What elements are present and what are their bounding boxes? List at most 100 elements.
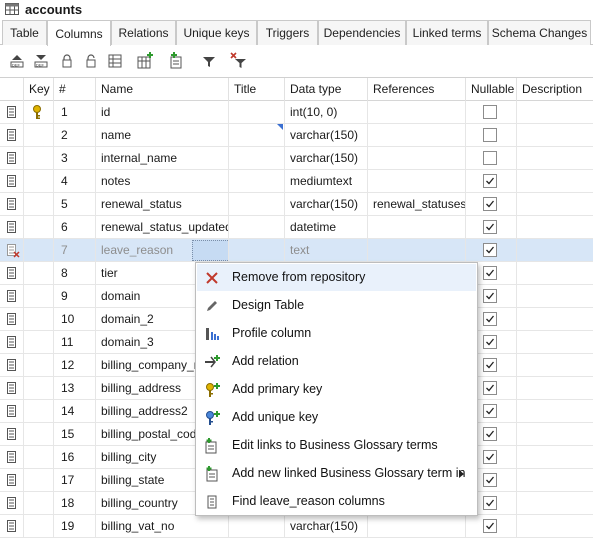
- description-cell[interactable]: [517, 193, 593, 215]
- tab-schema-changes[interactable]: Schema Changes: [488, 20, 591, 45]
- references-cell[interactable]: [368, 239, 466, 261]
- nullable-checkbox[interactable]: [483, 105, 497, 119]
- row-icon-cell[interactable]: [0, 377, 24, 399]
- tab-relations[interactable]: Relations: [111, 20, 176, 45]
- header-number[interactable]: #: [54, 78, 96, 101]
- key-cell[interactable]: [24, 331, 54, 353]
- import-icon[interactable]: DEF: [8, 52, 26, 70]
- key-cell[interactable]: [24, 423, 54, 445]
- title-cell[interactable]: [229, 101, 285, 123]
- title-cell[interactable]: [229, 193, 285, 215]
- add-column-icon[interactable]: [136, 52, 154, 70]
- key-cell[interactable]: [24, 492, 54, 514]
- description-cell[interactable]: [517, 124, 593, 146]
- description-cell[interactable]: [517, 147, 593, 169]
- title-cell[interactable]: [229, 216, 285, 238]
- tab-unique-keys[interactable]: Unique keys: [176, 20, 257, 45]
- key-cell[interactable]: [24, 193, 54, 215]
- row-icon-cell[interactable]: [0, 492, 24, 514]
- column-name-cell[interactable]: name: [96, 124, 229, 146]
- column-name-cell[interactable]: internal_name: [96, 147, 229, 169]
- title-cell[interactable]: [229, 124, 285, 146]
- menu-item-edit-links-to-business-glossary-terms[interactable]: Edit links to Business Glossary terms: [197, 432, 476, 459]
- nullable-checkbox[interactable]: [483, 519, 497, 533]
- clear-filter-icon[interactable]: [230, 52, 248, 70]
- row-icon-cell[interactable]: [0, 239, 24, 261]
- data-type-cell[interactable]: varchar(150): [285, 193, 368, 215]
- nullable-checkbox[interactable]: [483, 266, 497, 280]
- nullable-checkbox[interactable]: [483, 312, 497, 326]
- data-type-cell[interactable]: varchar(150): [285, 515, 368, 537]
- nullable-checkbox[interactable]: [483, 404, 497, 418]
- nullable-checkbox[interactable]: [483, 496, 497, 510]
- references-cell[interactable]: [368, 170, 466, 192]
- row-icon-cell[interactable]: [0, 193, 24, 215]
- lock-icon[interactable]: [58, 52, 76, 70]
- table-row[interactable]: 5 renewal_status varchar(150) renewal_statu…: [0, 193, 593, 216]
- key-cell[interactable]: [24, 285, 54, 307]
- description-cell[interactable]: [517, 216, 593, 238]
- table-row[interactable]: 4 notes mediumtext: [0, 170, 593, 193]
- description-cell[interactable]: [517, 354, 593, 376]
- header-references[interactable]: References: [368, 78, 466, 101]
- description-cell[interactable]: [517, 377, 593, 399]
- table-row[interactable]: 3 internal_name varchar(150): [0, 147, 593, 170]
- header-title[interactable]: Title: [229, 78, 285, 101]
- key-cell[interactable]: [24, 147, 54, 169]
- nullable-checkbox[interactable]: [483, 220, 497, 234]
- key-cell[interactable]: [24, 400, 54, 422]
- menu-item-remove-from-repository[interactable]: Remove from repository: [197, 264, 476, 291]
- row-icon-cell[interactable]: [0, 124, 24, 146]
- header-name[interactable]: Name: [96, 78, 229, 101]
- nullable-checkbox[interactable]: [483, 197, 497, 211]
- description-cell[interactable]: [517, 170, 593, 192]
- nullable-checkbox[interactable]: [483, 243, 497, 257]
- key-cell[interactable]: [24, 170, 54, 192]
- title-cell[interactable]: [229, 147, 285, 169]
- row-icon-cell[interactable]: [0, 308, 24, 330]
- description-cell[interactable]: [517, 239, 593, 261]
- description-cell[interactable]: [517, 101, 593, 123]
- key-cell[interactable]: [24, 446, 54, 468]
- row-icon-cell[interactable]: [0, 515, 24, 537]
- menu-item-add-unique-key[interactable]: Add unique key: [197, 404, 476, 431]
- tab-table[interactable]: Table: [2, 20, 47, 45]
- key-cell[interactable]: [24, 469, 54, 491]
- data-type-cell[interactable]: datetime: [285, 216, 368, 238]
- column-name-cell[interactable]: notes: [96, 170, 229, 192]
- description-cell[interactable]: [517, 446, 593, 468]
- description-cell[interactable]: [517, 492, 593, 514]
- description-cell[interactable]: [517, 308, 593, 330]
- references-cell[interactable]: [368, 515, 466, 537]
- nullable-checkbox[interactable]: [483, 381, 497, 395]
- references-cell[interactable]: [368, 124, 466, 146]
- references-cell[interactable]: [368, 216, 466, 238]
- key-cell[interactable]: [24, 101, 54, 123]
- data-type-cell[interactable]: mediumtext: [285, 170, 368, 192]
- table-view-icon[interactable]: [106, 52, 124, 70]
- header-nullable[interactable]: Nullable: [466, 78, 517, 101]
- header-data-type[interactable]: Data type: [285, 78, 368, 101]
- table-row[interactable]: 2 name varchar(150): [0, 124, 593, 147]
- description-cell[interactable]: [517, 515, 593, 537]
- references-cell[interactable]: [368, 147, 466, 169]
- data-type-cell[interactable]: varchar(150): [285, 147, 368, 169]
- references-cell[interactable]: renewal_statuses: [368, 193, 466, 215]
- tab-columns[interactable]: Columns: [47, 20, 111, 46]
- menu-item-add-new-linked-business-glossary-term-in[interactable]: Add new linked Business Glossary term in: [197, 460, 476, 487]
- description-cell[interactable]: [517, 285, 593, 307]
- menu-item-design-table[interactable]: Design Table: [197, 292, 476, 319]
- column-name-cell[interactable]: renewal_status_updated: [96, 216, 229, 238]
- nullable-checkbox[interactable]: [483, 174, 497, 188]
- menu-item-add-relation[interactable]: Add relation: [197, 348, 476, 375]
- menu-item-profile-column[interactable]: Profile column: [197, 320, 476, 347]
- tab-linked-terms[interactable]: Linked terms: [406, 20, 488, 45]
- add-linked-icon[interactable]: [168, 52, 186, 70]
- key-cell[interactable]: [24, 262, 54, 284]
- row-icon-cell[interactable]: [0, 331, 24, 353]
- key-cell[interactable]: [24, 377, 54, 399]
- title-cell[interactable]: [229, 515, 285, 537]
- export-icon[interactable]: DEF: [32, 52, 50, 70]
- description-cell[interactable]: [517, 262, 593, 284]
- data-type-cell[interactable]: int(10, 0): [285, 101, 368, 123]
